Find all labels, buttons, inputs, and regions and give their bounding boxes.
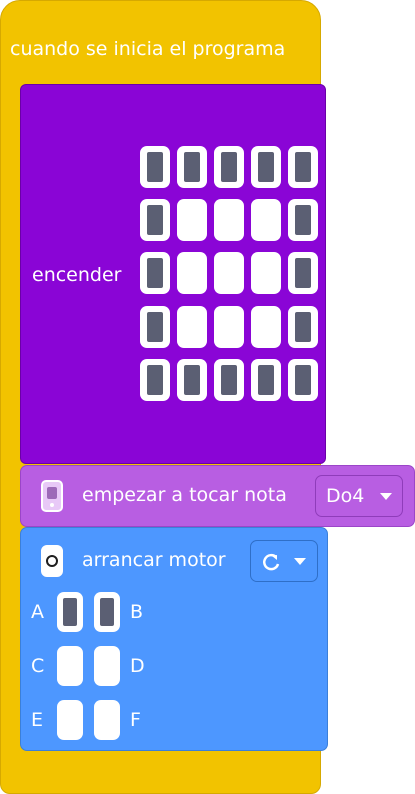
- port-toggle-d[interactable]: [94, 646, 120, 686]
- port-toggle-c[interactable]: [57, 646, 83, 686]
- light-matrix-pixel[interactable]: [140, 359, 170, 401]
- light-matrix-pixel[interactable]: [251, 199, 281, 241]
- note-value: Do4: [326, 485, 365, 507]
- note-dropdown[interactable]: Do4: [315, 475, 403, 517]
- port-toggle-f[interactable]: [94, 700, 120, 740]
- rotate-clockwise-icon: [263, 553, 280, 571]
- port-label-a: A: [31, 601, 44, 623]
- light-matrix-pixel[interactable]: [214, 306, 244, 348]
- light-matrix-pixel[interactable]: [177, 252, 207, 294]
- motor-icon: [41, 545, 63, 577]
- light-matrix-pixel[interactable]: [214, 146, 244, 188]
- light-matrix-pixel[interactable]: [288, 146, 318, 188]
- start-motor-label: arrancar motor: [82, 549, 226, 571]
- light-matrix-pixel[interactable]: [214, 359, 244, 401]
- port-label-e: E: [31, 709, 44, 731]
- port-toggle-e[interactable]: [57, 700, 83, 740]
- port-toggle-b[interactable]: [94, 592, 120, 632]
- light-matrix-pixel[interactable]: [177, 359, 207, 401]
- light-matrix-pixel[interactable]: [214, 252, 244, 294]
- play-note-label: empezar a tocar nota: [82, 484, 287, 506]
- port-label-d: D: [130, 655, 145, 677]
- light-matrix-pixel[interactable]: [140, 199, 170, 241]
- light-matrix-pixel[interactable]: [251, 359, 281, 401]
- light-matrix-pixel[interactable]: [177, 146, 207, 188]
- chevron-down-icon: [380, 493, 392, 500]
- direction-dropdown[interactable]: [250, 540, 318, 582]
- light-matrix-pixel[interactable]: [140, 146, 170, 188]
- port-toggle-a[interactable]: [57, 592, 83, 632]
- light-matrix-pixel[interactable]: [288, 306, 318, 348]
- light-matrix-label: encender: [32, 264, 122, 286]
- light-matrix-pixel[interactable]: [251, 252, 281, 294]
- light-matrix-pixel[interactable]: [251, 306, 281, 348]
- port-label-c: C: [31, 655, 45, 677]
- light-matrix-pixel[interactable]: [140, 252, 170, 294]
- program-start-label: cuando se inicia el programa: [10, 38, 286, 60]
- light-matrix-pixel[interactable]: [214, 199, 244, 241]
- port-label-b: B: [130, 601, 144, 623]
- speaker-icon: [41, 480, 63, 512]
- chevron-down-icon: [294, 558, 306, 565]
- port-label-f: F: [130, 709, 141, 731]
- light-matrix-pixel[interactable]: [288, 359, 318, 401]
- light-matrix-pixel[interactable]: [177, 199, 207, 241]
- light-matrix-pixel[interactable]: [288, 199, 318, 241]
- light-matrix-pixel[interactable]: [251, 146, 281, 188]
- light-matrix-pixel[interactable]: [140, 306, 170, 348]
- light-matrix-pixel[interactable]: [177, 306, 207, 348]
- light-matrix-pixel[interactable]: [288, 252, 318, 294]
